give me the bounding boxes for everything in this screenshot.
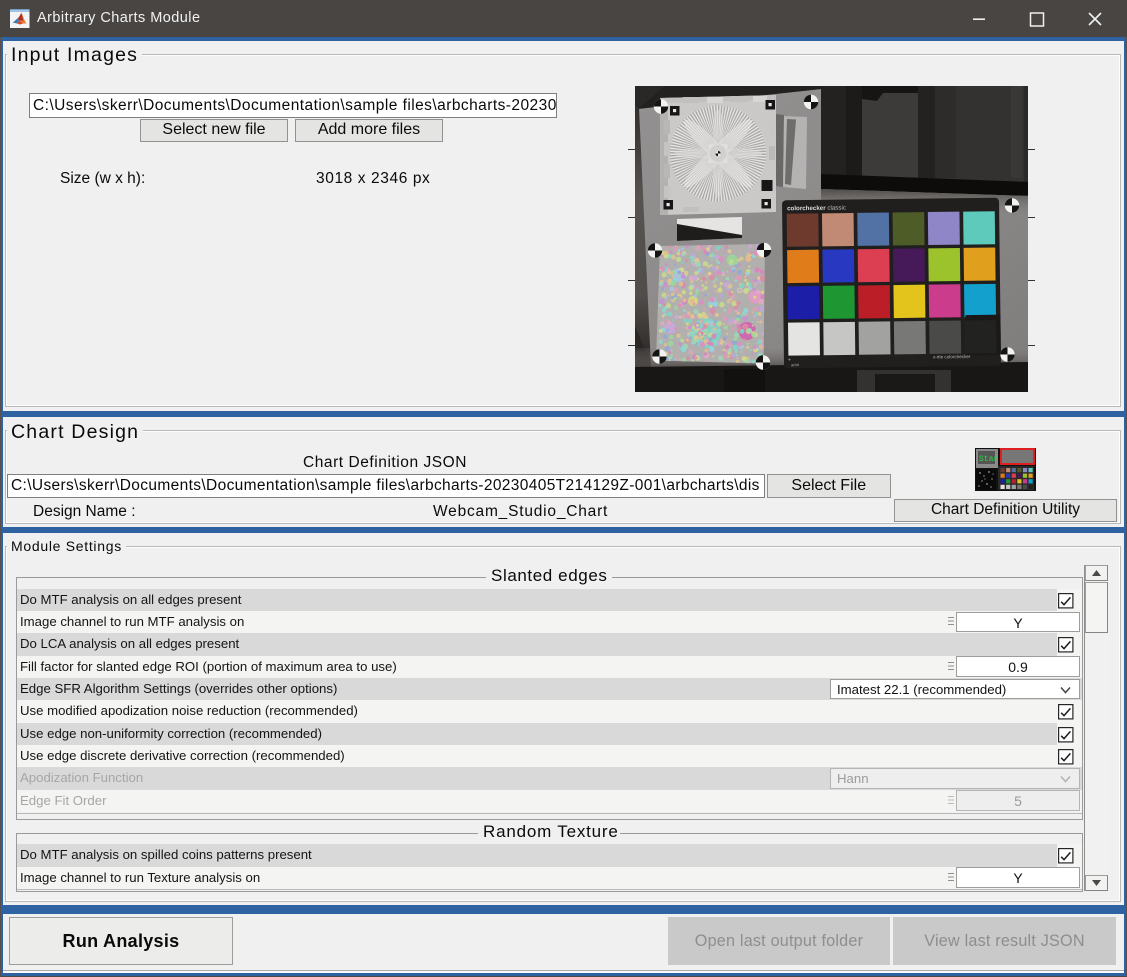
svg-text:arbit: arbit [791, 362, 800, 367]
svg-text:colorchecker classic: colorchecker classic [787, 205, 846, 213]
svg-text:x-rite colorchecker: x-rite colorchecker [933, 354, 971, 359]
svg-text:Star: Star [979, 455, 998, 464]
